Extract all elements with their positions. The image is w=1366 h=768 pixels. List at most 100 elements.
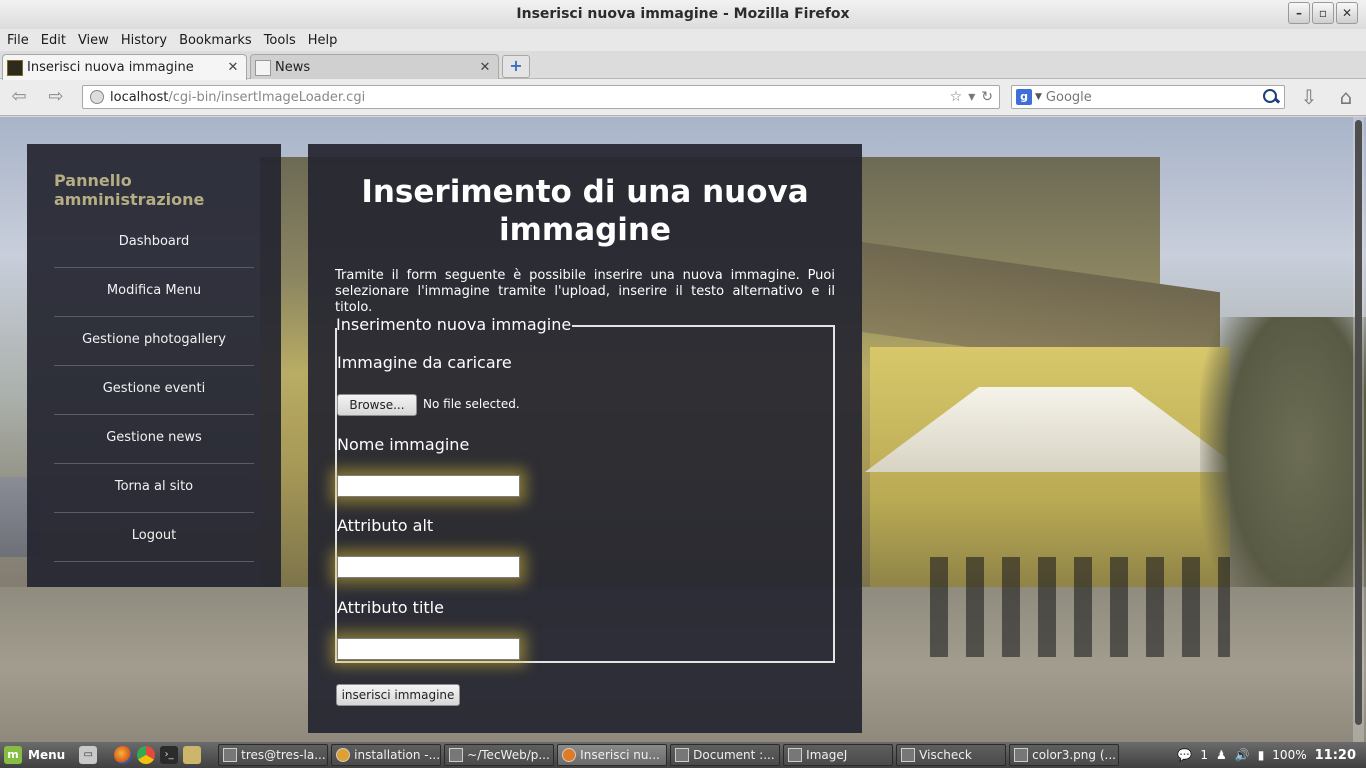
search-placeholder[interactable]: Google <box>1046 90 1262 105</box>
task-imagej[interactable]: ImageJ <box>783 744 894 766</box>
task-color3[interactable]: color3.png (... <box>1009 744 1120 766</box>
tab-bar: Inserisci nuova immagine ✕ News ✕ + <box>0 51 1366 80</box>
task-label: ImageJ <box>806 748 848 762</box>
task-vischeck[interactable]: Vischeck <box>896 744 1007 766</box>
alt-label: Attributo alt <box>337 516 434 535</box>
chrome-icon <box>336 748 351 762</box>
user-icon[interactable]: ♟ <box>1216 748 1227 762</box>
bookmark-star-icon[interactable]: ☆ <box>950 89 963 105</box>
sidebar-item-torna-al-sito[interactable]: Torna al sito <box>54 464 254 513</box>
sidebar-item-dashboard[interactable]: Dashboard <box>54 219 254 268</box>
maximize-button[interactable]: ▫ <box>1312 2 1334 24</box>
menu-tools[interactable]: Tools <box>260 33 300 48</box>
chrome-launcher-icon[interactable] <box>137 746 156 764</box>
page-viewport: Pannello amministrazione Dashboard Modif… <box>0 117 1366 742</box>
url-host: localhost <box>110 89 169 105</box>
scrollbar-thumb[interactable] <box>1355 120 1362 725</box>
close-window-button[interactable]: ✕ <box>1336 2 1358 24</box>
sidebar-item-gestione-photogallery[interactable]: Gestione photogallery <box>54 317 254 366</box>
volume-icon[interactable]: 🔊 <box>1235 748 1250 762</box>
editor-icon <box>449 748 464 762</box>
file-status-text: No file selected. <box>423 397 520 411</box>
browse-button[interactable]: Browse... <box>337 394 417 416</box>
url-text[interactable]: localhost/cgi-bin/insertImageLoader.cgi <box>110 90 950 105</box>
submit-button[interactable]: inserisci immagine <box>336 684 460 706</box>
start-menu-button[interactable]: m Menu <box>0 742 71 768</box>
close-tab-icon[interactable]: ✕ <box>478 60 492 75</box>
sidebar-item-gestione-eventi[interactable]: Gestione eventi <box>54 366 254 415</box>
menu-edit[interactable]: Edit <box>37 33 70 48</box>
tab-label: News <box>275 60 311 75</box>
battery-level: 100% <box>1272 748 1307 762</box>
task-terminal[interactable]: tres@tres-la... <box>218 744 329 766</box>
menu-bar: File Edit View History Bookmarks Tools H… <box>0 29 1366 51</box>
close-tab-icon[interactable]: ✕ <box>226 60 240 75</box>
downloads-icon[interactable]: ⇩ <box>1296 86 1322 110</box>
notification-count: 1 <box>1200 748 1208 762</box>
chat-icon[interactable]: 💬 <box>1177 748 1192 762</box>
task-label: ~/TecWeb/p... <box>467 748 550 762</box>
alt-input[interactable] <box>337 556 520 578</box>
terminal-icon <box>223 748 238 762</box>
show-desktop-icon[interactable]: ▭ <box>79 746 98 764</box>
sidebar-item-gestione-news[interactable]: Gestione news <box>54 415 254 464</box>
firefox-launcher-icon[interactable] <box>114 746 133 764</box>
task-installation[interactable]: installation -... <box>331 744 442 766</box>
title-label: Attributo title <box>337 598 444 617</box>
url-path: /cgi-bin/insertImageLoader.cgi <box>168 89 366 105</box>
title-input[interactable] <box>337 638 520 660</box>
menu-help[interactable]: Help <box>304 33 342 48</box>
name-input[interactable] <box>337 475 520 497</box>
upload-label: Immagine da caricare <box>337 353 512 372</box>
intro-text: Tramite il form seguente è possibile ins… <box>335 268 835 315</box>
main-panel: Inserimento di una nuova immagine Tramit… <box>308 144 862 733</box>
url-bar[interactable]: localhost/cgi-bin/insertImageLoader.cgi … <box>82 85 1000 109</box>
image-viewer-icon <box>1014 748 1029 762</box>
history-dropdown-icon[interactable]: ▾ <box>968 89 975 105</box>
site-identity-icon[interactable] <box>90 90 104 104</box>
menu-file[interactable]: File <box>3 33 33 48</box>
search-icon[interactable] <box>1262 88 1280 106</box>
fieldset-legend: Inserimento nuova immagine <box>336 315 572 334</box>
tab-inserisci-immagine[interactable]: Inserisci nuova immagine ✕ <box>2 54 247 80</box>
name-label: Nome immagine <box>337 435 470 454</box>
new-tab-button[interactable]: + <box>502 55 530 78</box>
back-button[interactable]: ⇦ <box>5 86 33 108</box>
clock[interactable]: 11:20 <box>1315 748 1356 763</box>
vischeck-icon <box>901 748 916 762</box>
task-label: tres@tres-la... <box>241 748 326 762</box>
reload-icon[interactable]: ↻ <box>981 89 993 105</box>
page-icon <box>255 59 271 76</box>
task-firefox-inserisci[interactable]: Inserisci nu... <box>557 744 668 766</box>
forward-button[interactable]: ⇨ <box>42 86 70 108</box>
task-label: installation -... <box>354 748 441 762</box>
task-label: Document :... <box>693 748 775 762</box>
firefox-icon <box>562 748 577 762</box>
navigation-toolbar: ⇦ ⇨ localhost/cgi-bin/insertImageLoader.… <box>0 79 1366 116</box>
menu-view[interactable]: View <box>74 33 113 48</box>
task-tecweb[interactable]: ~/TecWeb/p... <box>444 744 555 766</box>
menu-bookmarks[interactable]: Bookmarks <box>175 33 256 48</box>
tab-label: Inserisci nuova immagine <box>27 60 194 75</box>
sidebar-item-logout[interactable]: Logout <box>54 513 254 562</box>
task-label: Vischeck <box>919 748 972 762</box>
terminal-launcher-icon[interactable]: ›_ <box>160 746 179 764</box>
page-scrollbar[interactable] <box>1353 117 1364 742</box>
engine-dropdown-icon[interactable]: ▼ <box>1035 92 1042 102</box>
tab-news[interactable]: News ✕ <box>250 54 499 80</box>
sidebar-item-modifica-menu[interactable]: Modifica Menu <box>54 268 254 317</box>
home-icon[interactable]: ⌂ <box>1333 86 1359 110</box>
files-launcher-icon[interactable] <box>183 746 202 764</box>
window-controls: – ▫ ✕ <box>1288 2 1358 24</box>
task-document[interactable]: Document :... <box>670 744 781 766</box>
google-engine-icon[interactable]: g <box>1016 89 1032 105</box>
system-tray: 💬 1 ♟ 🔊 ▮ 100% 11:20 <box>1177 748 1366 763</box>
imagej-icon <box>788 748 803 762</box>
sidebar-menu: Dashboard Modifica Menu Gestione photoga… <box>54 219 254 562</box>
task-label: Inserisci nu... <box>580 748 660 762</box>
battery-icon[interactable]: ▮ <box>1258 748 1265 762</box>
minimize-button[interactable]: – <box>1288 2 1310 24</box>
menu-history[interactable]: History <box>117 33 171 48</box>
os-taskbar: m Menu ▭ ›_ tres@tres-la... installation… <box>0 742 1366 768</box>
search-bar[interactable]: g ▼ Google <box>1011 85 1285 109</box>
